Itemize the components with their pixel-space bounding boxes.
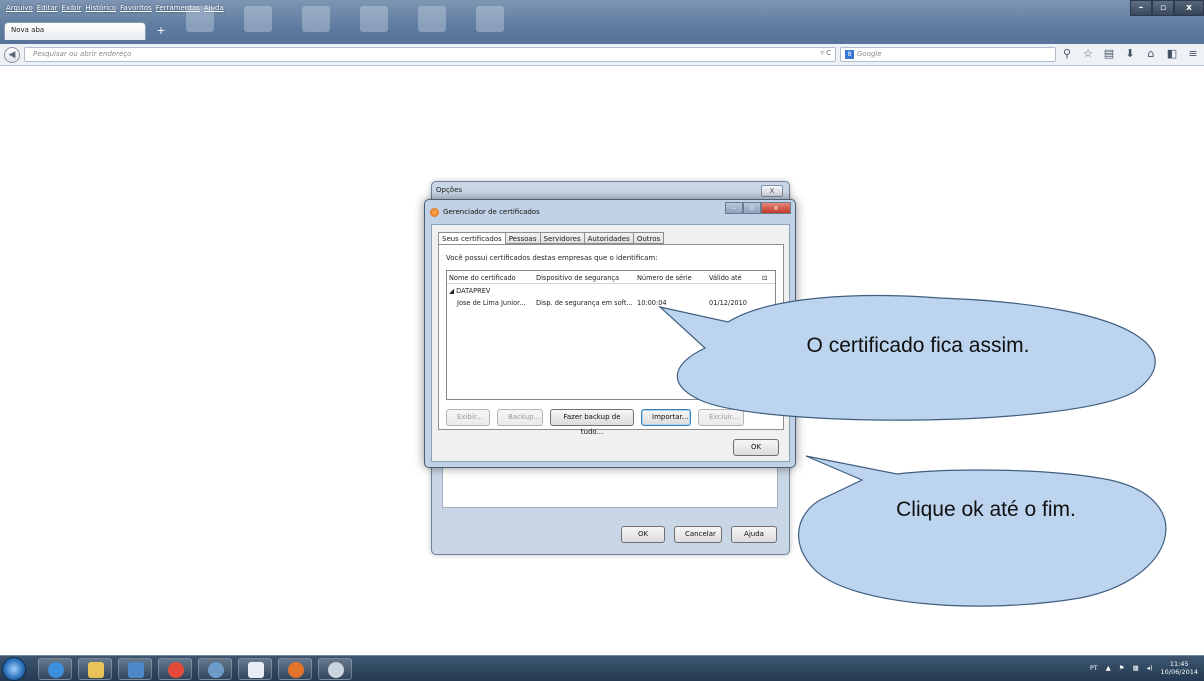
chrome-icon — [168, 662, 184, 678]
clock-date: 10/06/2014 — [1160, 668, 1198, 676]
paint-icon — [328, 662, 344, 678]
callout-text-ok: Clique ok até o fim. — [896, 498, 1076, 521]
clock[interactable]: 11:45 10/06/2014 — [1161, 660, 1198, 676]
firefox-taskbar-icon — [288, 662, 304, 678]
taskbar-network[interactable] — [198, 658, 232, 680]
language-indicator[interactable]: PT — [1090, 664, 1098, 672]
internet-explorer-icon — [48, 662, 64, 678]
volume-icon[interactable]: ◂) — [1147, 664, 1153, 672]
taskbar-explorer[interactable] — [78, 658, 112, 680]
callout-text-certificate: O certificado fica assim. — [807, 334, 1030, 357]
media-player-icon — [128, 662, 144, 678]
windows-taskbar: PT ▲ ⚑ ▦ ◂) 11:45 10/06/2014 — [0, 655, 1204, 681]
clock-time: 11:45 — [1169, 660, 1189, 668]
taskbar-document[interactable] — [238, 658, 272, 680]
taskbar-paint[interactable] — [318, 658, 352, 680]
folder-icon — [88, 662, 104, 678]
taskbar-ie[interactable] — [38, 658, 72, 680]
callout-bubble-certificate — [657, 294, 1156, 421]
callout-bubble-ok — [798, 455, 1167, 607]
taskbar-chrome[interactable] — [158, 658, 192, 680]
taskbar-media[interactable] — [118, 658, 152, 680]
network-tray-icon[interactable]: ▦ — [1133, 664, 1139, 672]
flag-icon[interactable]: ⚑ — [1119, 664, 1125, 672]
system-tray: PT ▲ ⚑ ▦ ◂) 11:45 10/06/2014 — [1090, 660, 1198, 676]
document-icon — [248, 662, 264, 678]
show-hidden-icons-icon[interactable]: ▲ — [1106, 664, 1111, 672]
callout-layer: O certificado fica assim. Clique ok até … — [657, 294, 1167, 607]
taskbar-firefox[interactable] — [278, 658, 312, 680]
network-icon — [208, 662, 224, 678]
start-button[interactable] — [2, 657, 26, 681]
